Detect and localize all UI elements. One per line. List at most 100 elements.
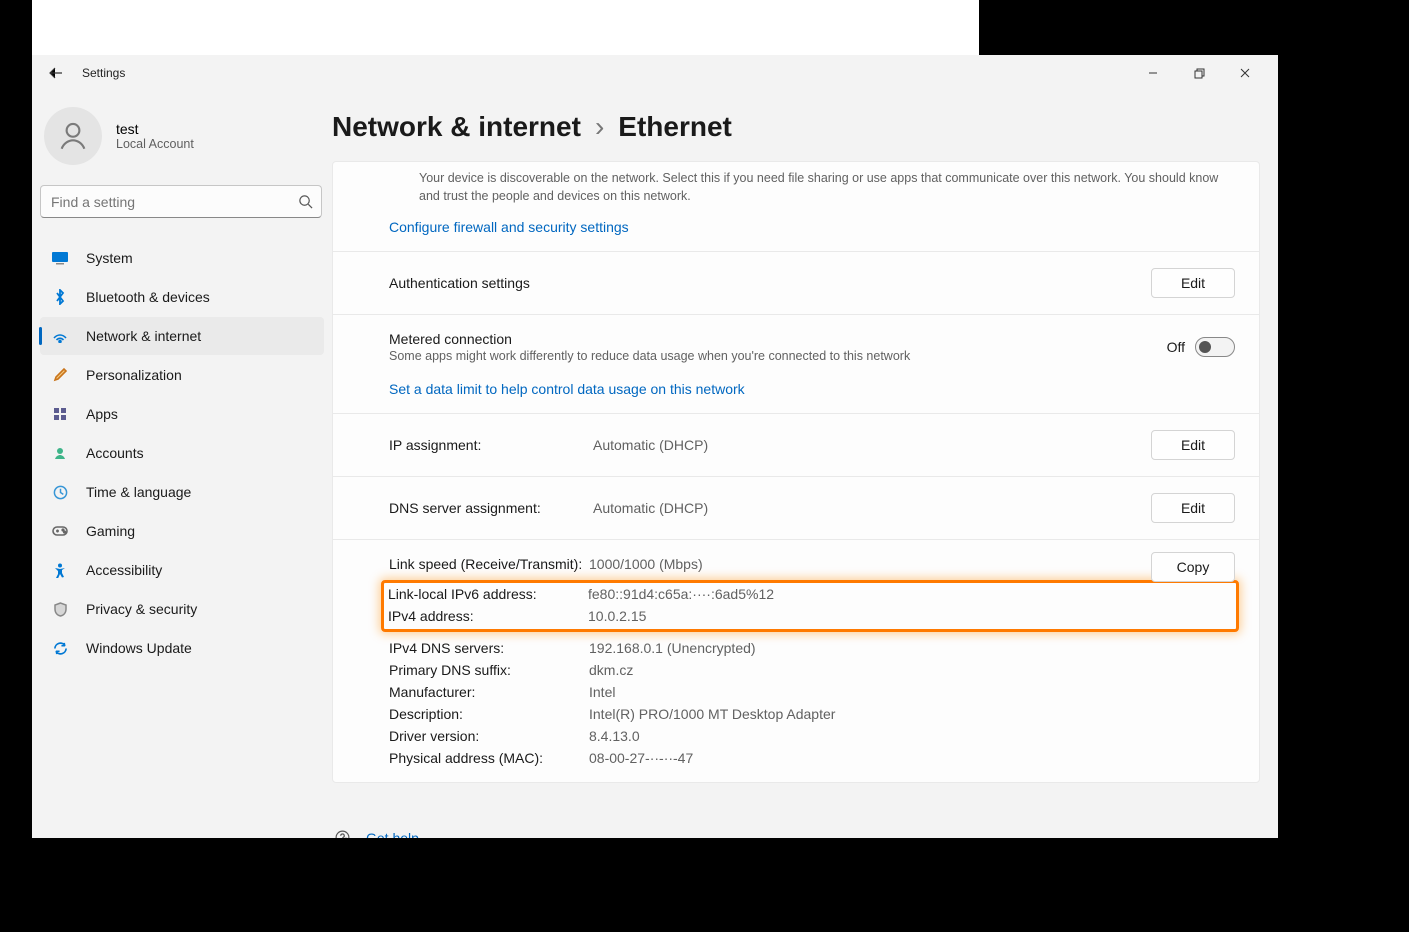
property-row: Primary DNS suffix:dkm.cz <box>389 662 1235 678</box>
properties-section: Copy Link speed (Receive/Transmit):1000/… <box>333 540 1259 782</box>
auth-title: Authentication settings <box>389 275 1151 291</box>
property-value: Intel <box>589 684 1235 700</box>
get-help-link[interactable]: Get help <box>366 830 419 839</box>
property-row: Link-local IPv6 address:fe80::91d4:c65a:… <box>388 586 1232 602</box>
ethernet-panel: Your device is discoverable on the netwo… <box>332 161 1260 783</box>
search-input[interactable] <box>41 194 289 210</box>
highlighted-addresses: Link-local IPv6 address:fe80::91d4:c65a:… <box>381 580 1239 632</box>
chevron-right-icon: › <box>595 111 604 143</box>
search-box[interactable] <box>40 185 322 218</box>
gaming-icon <box>48 521 72 541</box>
sidebar: test Local Account System Bluetooth & dev… <box>32 91 332 838</box>
property-value: 192.168.0.1 (Unencrypted) <box>589 640 1235 656</box>
sidebar-item-system[interactable]: System <box>40 239 324 277</box>
network-icon <box>48 326 72 346</box>
property-row: Physical address (MAC):08-00-27-··-··-47 <box>389 750 1235 766</box>
discoverability-section: Your device is discoverable on the netwo… <box>333 162 1259 252</box>
property-row: Description:Intel(R) PRO/1000 MT Desktop… <box>389 706 1235 722</box>
sidebar-item-personalization[interactable]: Personalization <box>40 356 324 394</box>
auth-section: Authentication settings Edit <box>333 252 1259 315</box>
sidebar-item-label: Windows Update <box>86 640 192 656</box>
property-row: Link speed (Receive/Transmit):1000/1000 … <box>389 556 1235 572</box>
sidebar-item-label: Accounts <box>86 445 144 461</box>
account-block[interactable]: test Local Account <box>36 99 328 185</box>
property-label: Primary DNS suffix: <box>389 662 589 678</box>
window-title: Settings <box>82 66 125 80</box>
property-label: IPv4 DNS servers: <box>389 640 589 656</box>
data-limit-link[interactable]: Set a data limit to help control data us… <box>389 381 1235 397</box>
sidebar-item-label: Privacy & security <box>86 601 197 617</box>
property-row: Driver version:8.4.13.0 <box>389 728 1235 744</box>
property-label: Link-local IPv6 address: <box>388 586 588 602</box>
settings-window: Settings <box>32 55 1278 838</box>
sidebar-item-accounts[interactable]: Accounts <box>40 434 324 472</box>
breadcrumb-current: Ethernet <box>618 111 732 143</box>
property-value: 10.0.2.15 <box>588 608 1232 624</box>
property-label: Driver version: <box>389 728 589 744</box>
content-area: Network & internet › Ethernet Your devic… <box>332 91 1278 838</box>
sidebar-item-time[interactable]: Time & language <box>40 473 324 511</box>
property-value: fe80::91d4:c65a:····:6ad5%12 <box>588 586 1232 602</box>
ip-assignment-section: IP assignment: Automatic (DHCP) Edit <box>333 414 1259 477</box>
breadcrumb-parent[interactable]: Network & internet <box>332 111 581 143</box>
sidebar-item-privacy[interactable]: Privacy & security <box>40 590 324 628</box>
system-icon <box>48 248 72 268</box>
sidebar-item-bluetooth[interactable]: Bluetooth & devices <box>40 278 324 316</box>
time-icon <box>48 482 72 502</box>
sidebar-item-network[interactable]: Network & internet <box>40 317 324 355</box>
metered-toggle[interactable] <box>1195 337 1235 357</box>
accounts-icon <box>48 443 72 463</box>
bluetooth-icon <box>48 287 72 307</box>
firewall-link[interactable]: Configure firewall and security settings <box>389 219 1235 235</box>
account-name: test <box>116 121 194 137</box>
close-button[interactable] <box>1222 55 1268 91</box>
property-row: IPv4 address:10.0.2.15 <box>388 608 1232 624</box>
minimize-button[interactable] <box>1130 55 1176 91</box>
maximize-button[interactable] <box>1176 55 1222 91</box>
dns-assign-edit-button[interactable]: Edit <box>1151 493 1235 523</box>
ip-assign-label: IP assignment: <box>389 437 589 453</box>
copy-button[interactable]: Copy <box>1151 552 1235 582</box>
privacy-icon <box>48 599 72 619</box>
auth-edit-button[interactable]: Edit <box>1151 268 1235 298</box>
discoverability-desc: Your device is discoverable on the netwo… <box>419 170 1235 205</box>
dns-assign-value: Automatic (DHCP) <box>593 500 1151 516</box>
search-icon <box>289 194 321 209</box>
nav-list: System Bluetooth & devices Network & inter… <box>36 232 328 668</box>
titlebar: Settings <box>32 55 1278 91</box>
white-tab-background <box>32 0 979 55</box>
apps-icon <box>48 404 72 424</box>
property-label: IPv4 address: <box>388 608 588 624</box>
sidebar-item-label: Time & language <box>86 484 191 500</box>
property-row: IPv4 DNS servers:192.168.0.1 (Unencrypte… <box>389 640 1235 656</box>
sidebar-item-update[interactable]: Windows Update <box>40 629 324 667</box>
sidebar-item-apps[interactable]: Apps <box>40 395 324 433</box>
dns-assign-label: DNS server assignment: <box>389 500 589 516</box>
metered-state: Off <box>1167 339 1185 355</box>
property-value: 08-00-27-··-··-47 <box>589 750 1235 766</box>
sidebar-item-accessibility[interactable]: Accessibility <box>40 551 324 589</box>
property-row: Manufacturer:Intel <box>389 684 1235 700</box>
dns-assignment-section: DNS server assignment: Automatic (DHCP) … <box>333 477 1259 540</box>
metered-section: Metered connection Some apps might work … <box>333 315 1259 414</box>
property-value: Intel(R) PRO/1000 MT Desktop Adapter <box>589 706 1235 722</box>
personalization-icon <box>48 365 72 385</box>
ip-assign-value: Automatic (DHCP) <box>593 437 1151 453</box>
sidebar-item-label: Gaming <box>86 523 135 539</box>
sidebar-item-gaming[interactable]: Gaming <box>40 512 324 550</box>
avatar <box>44 107 102 165</box>
accessibility-icon <box>48 560 72 580</box>
window-controls <box>1130 55 1268 91</box>
back-button[interactable] <box>48 65 64 81</box>
sidebar-item-label: Bluetooth & devices <box>86 289 210 305</box>
sidebar-item-label: System <box>86 250 133 266</box>
ip-assign-edit-button[interactable]: Edit <box>1151 430 1235 460</box>
sidebar-item-label: Apps <box>86 406 118 422</box>
property-value: 8.4.13.0 <box>589 728 1235 744</box>
sidebar-item-label: Accessibility <box>86 562 162 578</box>
property-label: Link speed (Receive/Transmit): <box>389 556 589 572</box>
property-value: dkm.cz <box>589 662 1235 678</box>
property-label: Manufacturer: <box>389 684 589 700</box>
metered-desc: Some apps might work differently to redu… <box>389 349 1167 363</box>
property-value: 1000/1000 (Mbps) <box>589 556 1235 572</box>
